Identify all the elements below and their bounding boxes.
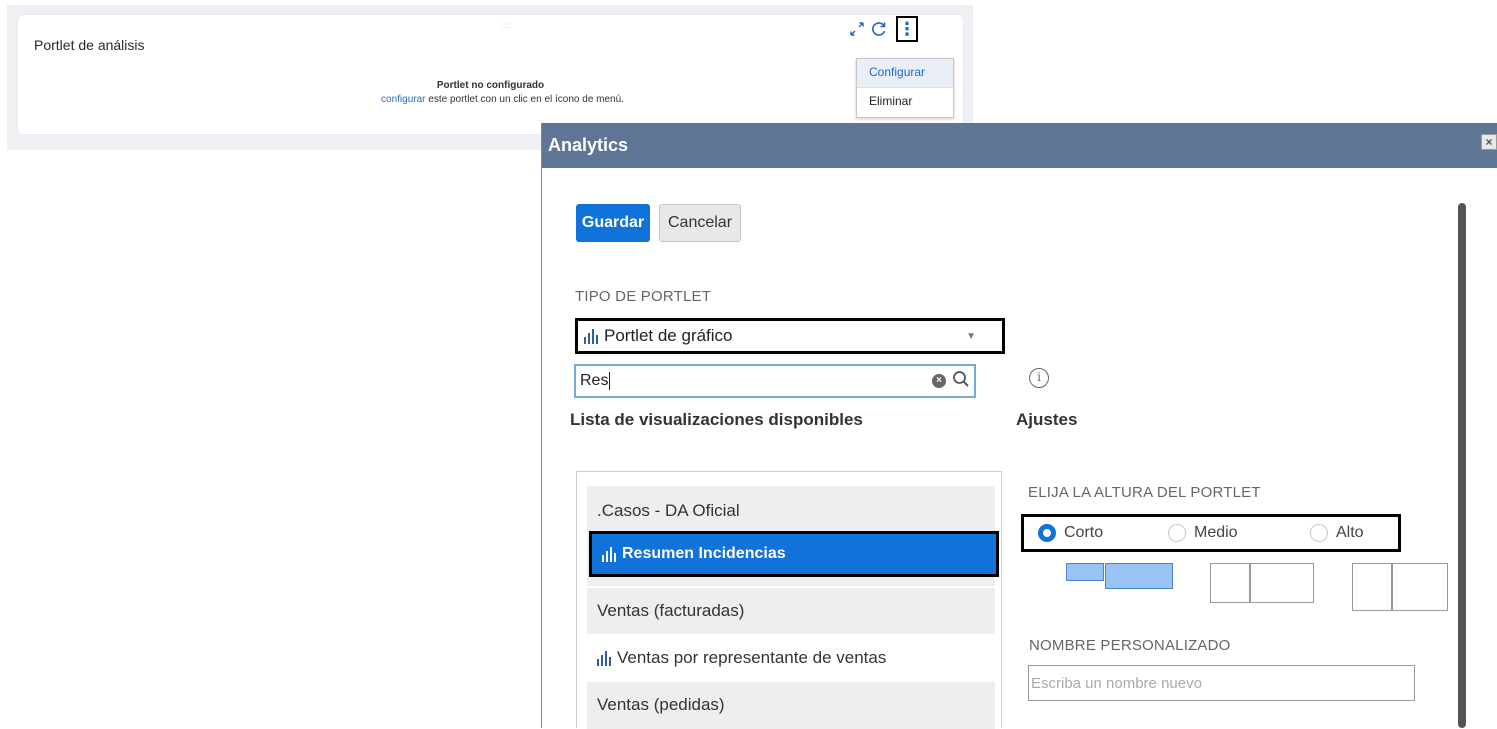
save-button[interactable]: Guardar xyxy=(576,204,650,242)
list-group-header: .Casos - DA Oficial xyxy=(597,501,740,520)
refresh-icon[interactable] xyxy=(868,18,890,40)
list-item-selected[interactable]: Resumen Incidencias xyxy=(589,531,999,577)
radio-label: Corto xyxy=(1064,524,1104,541)
settings-title: Ajustes xyxy=(1016,410,1078,429)
analytics-dialog: Analytics × Guardar Cancelar TIPO DE POR… xyxy=(541,123,1497,729)
radio-label: Medio xyxy=(1194,524,1238,541)
list-item[interactable]: Ventas por representante de ventas xyxy=(587,634,995,682)
list-item-label: Resumen Incidencias xyxy=(622,545,786,562)
custom-name-label: NOMBRE PERSONALIZADO xyxy=(1029,637,1231,654)
custom-name-input[interactable] xyxy=(1028,665,1415,701)
list-group-header: Ventas (facturadas) xyxy=(587,588,995,634)
dialog-title: Analytics xyxy=(548,135,629,155)
portlet-type-label: TIPO DE PORTLET xyxy=(575,288,712,305)
portlet-empty-message: Portlet no configurado configurar este p… xyxy=(18,79,963,107)
clear-search-icon[interactable]: × xyxy=(932,374,946,388)
preview-box xyxy=(1352,563,1392,611)
scrollbar[interactable] xyxy=(1458,203,1466,728)
text-cursor xyxy=(609,372,611,390)
preview-box xyxy=(1250,563,1314,603)
list-group-header: Ventas (pedidas) xyxy=(587,682,995,729)
menu-item-delete[interactable]: Eliminar xyxy=(857,87,953,115)
portlet-type-value: Portlet de gráfico xyxy=(604,326,733,345)
portlet-menu: Configurar Eliminar xyxy=(856,58,954,118)
preview-box xyxy=(1392,563,1448,611)
more-vertical-icon[interactable]: ⋮ xyxy=(896,16,918,42)
preview-box xyxy=(1210,563,1250,603)
portlet-title: Portlet de análisis xyxy=(34,37,145,53)
search-input[interactable]: Res × xyxy=(574,364,976,398)
configure-instruction: configurar este portlet con un clic en e… xyxy=(18,93,963,107)
cancel-button[interactable]: Cancelar xyxy=(659,204,741,242)
list-item-label: Ventas por representante de ventas xyxy=(617,648,887,667)
analytics-portlet: ::: Portlet de análisis Portlet no confi… xyxy=(18,15,963,134)
not-configured-text: Portlet no configurado xyxy=(436,80,545,91)
bar-chart-icon xyxy=(602,546,616,562)
portlet-type-select[interactable]: Portlet de gráfico ▼ xyxy=(575,318,1005,354)
radio-short[interactable]: Corto xyxy=(1038,524,1103,542)
radio-tall[interactable]: Alto xyxy=(1310,524,1364,542)
configure-instruction-text: este portlet con un clic en el ícono de … xyxy=(425,94,624,105)
radio-empty-icon xyxy=(1310,524,1328,542)
preview-box xyxy=(1105,563,1173,589)
portlet-toolbar: ⋮ xyxy=(846,16,918,42)
radio-empty-icon xyxy=(1168,524,1186,542)
dialog-header: Analytics xyxy=(542,123,1497,168)
radio-label: Alto xyxy=(1336,524,1364,541)
list-group: .Casos - DA Oficial Resumen Incidencias xyxy=(587,486,999,586)
bar-chart-icon xyxy=(584,328,598,344)
preview-box xyxy=(1066,563,1104,581)
info-icon[interactable]: i xyxy=(1029,368,1049,388)
expand-icon[interactable] xyxy=(846,18,868,40)
chevron-down-icon: ▼ xyxy=(966,331,976,342)
drag-handle-icon[interactable]: ::: xyxy=(501,21,511,30)
bar-chart-icon xyxy=(597,650,611,666)
close-icon[interactable]: × xyxy=(1481,134,1497,150)
configure-link[interactable]: configurar xyxy=(381,94,425,105)
height-radio-group: Corto Medio Alto xyxy=(1021,514,1401,552)
radio-medium[interactable]: Medio xyxy=(1168,524,1238,542)
visualizations-list: .Casos - DA Oficial Resumen Incidencias … xyxy=(576,471,1002,729)
height-label: ELIJA LA ALTURA DEL PORTLET xyxy=(1028,484,1261,501)
radio-selected-icon xyxy=(1038,524,1056,542)
visualizations-list-title: Lista de visualizaciones disponibles xyxy=(570,410,863,429)
search-value: Res xyxy=(580,372,609,389)
search-icon[interactable] xyxy=(952,370,970,393)
menu-item-configure[interactable]: Configurar xyxy=(857,59,953,87)
